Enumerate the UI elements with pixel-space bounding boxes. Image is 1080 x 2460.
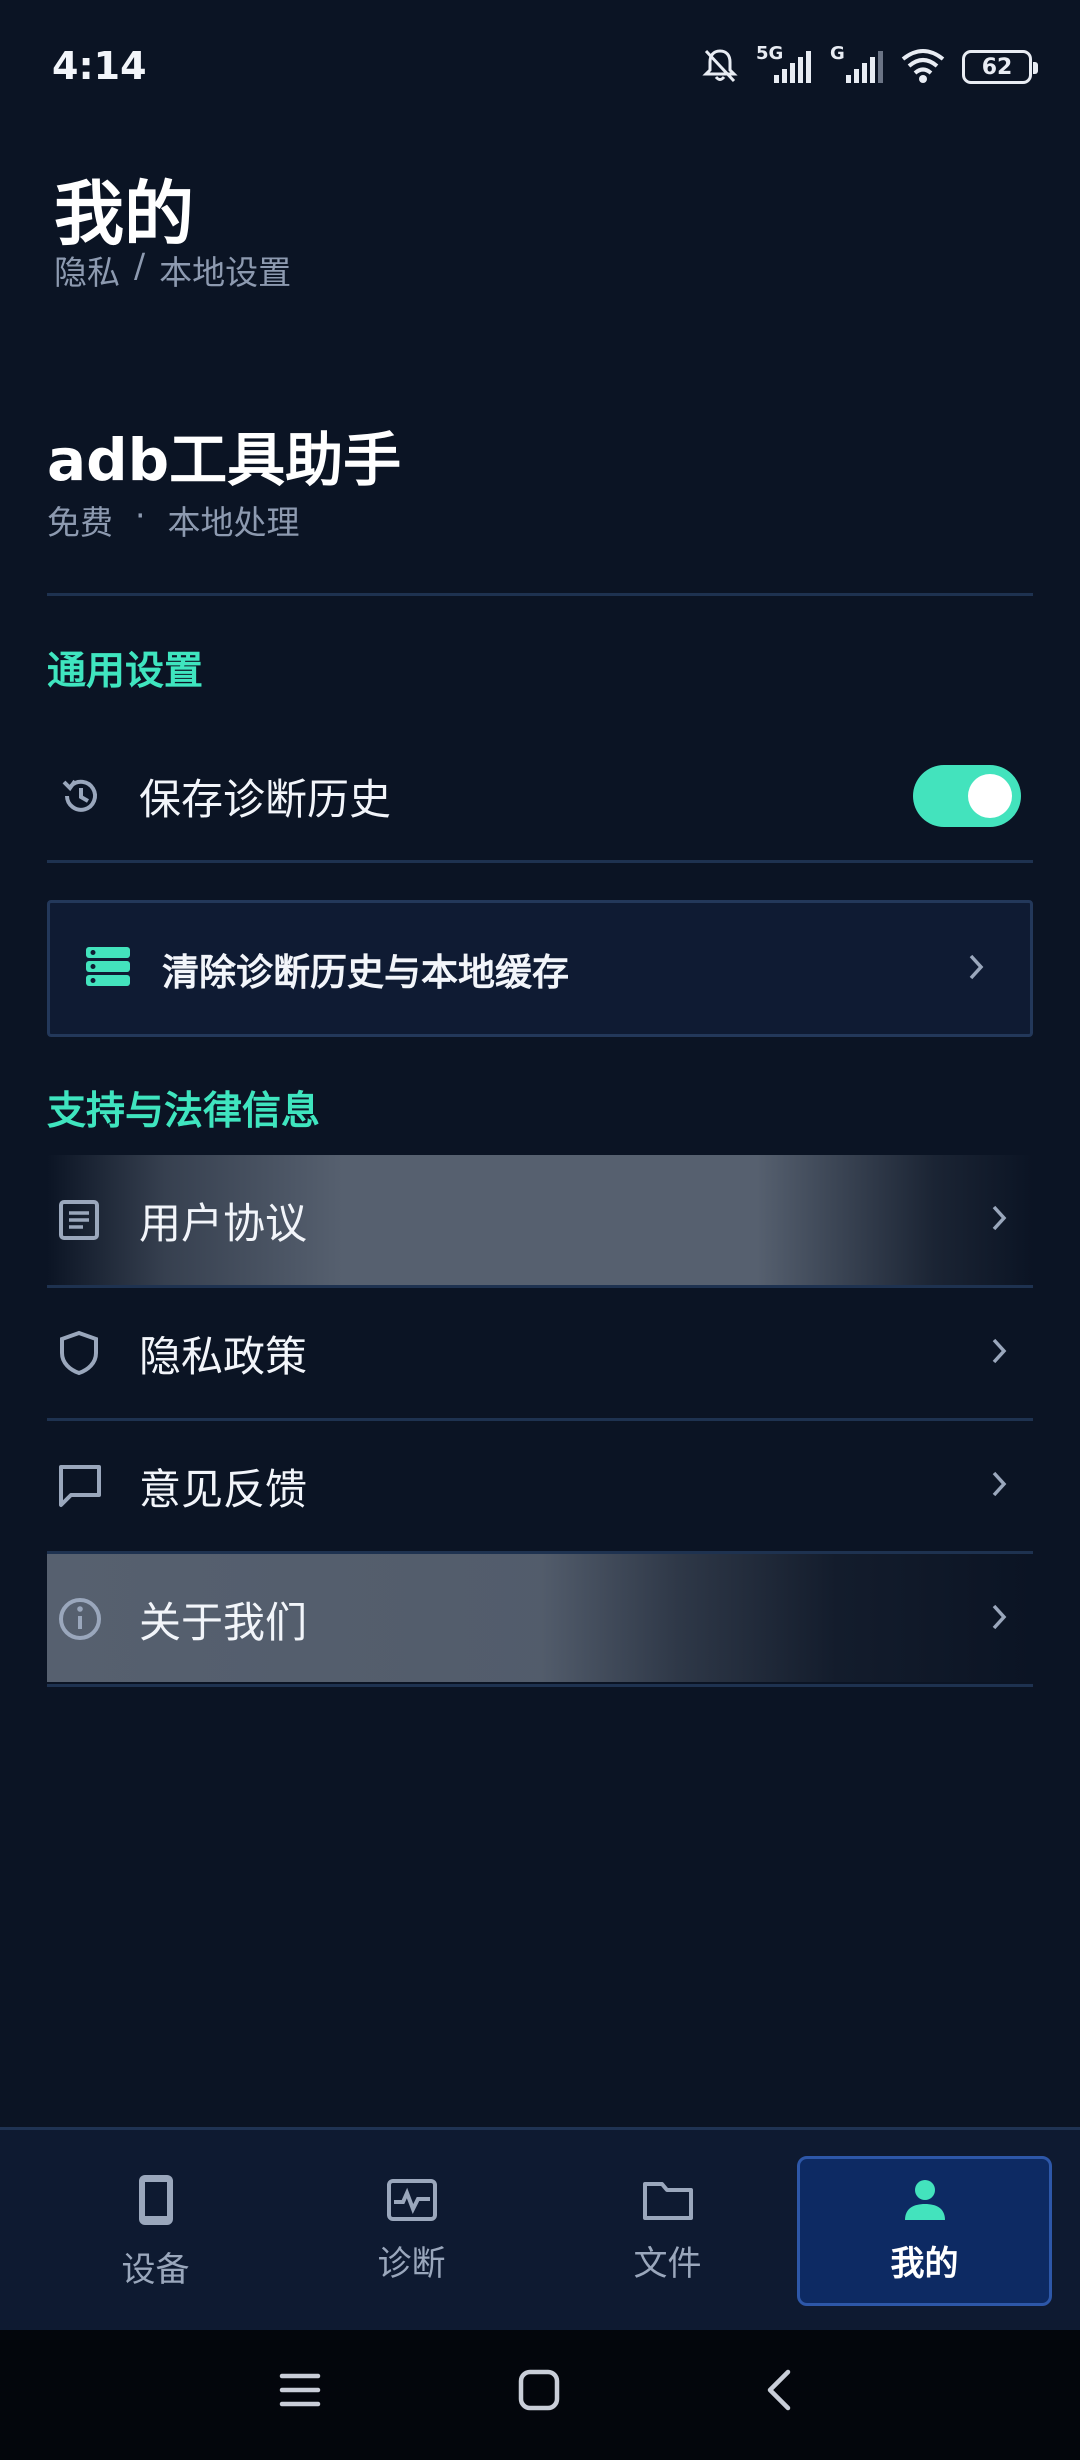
status-bar: 4:14 5G G 62 [0, 0, 1080, 135]
status-time: 4:14 [52, 44, 147, 88]
history-icon [47, 772, 117, 820]
breadcrumb-item: 隐私 [54, 253, 120, 292]
app-meta: 免费 · 本地处理 [47, 496, 300, 544]
breadcrumb-item: 本地设置 [159, 253, 292, 292]
page-title: 我的 [54, 173, 194, 255]
divider [47, 1684, 1033, 1687]
bottom-nav: 设备 诊断 文件 我的 [0, 2127, 1080, 2330]
breadcrumb-separator: / [134, 246, 146, 285]
app-meta-processing: 本地处理 [167, 503, 300, 542]
nav-item-mine[interactable]: 我的 [797, 2156, 1052, 2306]
divider [47, 593, 1033, 596]
user-agreement-row[interactable]: 用户协议 [47, 1155, 1033, 1285]
clear-history-label: 清除诊断历史与本地缓存 [162, 950, 569, 994]
app-name: adb工具助手 [47, 426, 402, 494]
phone-icon [136, 2172, 176, 2232]
bell-muted-icon [700, 45, 740, 89]
wifi-icon [900, 45, 946, 89]
section-title-general: 通用设置 [47, 649, 204, 694]
chevron-right-icon [966, 952, 986, 986]
breadcrumb: 隐私 / 本地设置 [54, 246, 291, 294]
cell-signal-5g-icon: 5G [756, 43, 812, 87]
divider [47, 860, 1033, 863]
section-title-support: 支持与法律信息 [47, 1089, 321, 1134]
nav-item-devices[interactable]: 设备 [28, 2156, 283, 2306]
save-history-label: 保存诊断历史 [139, 774, 392, 824]
chevron-right-icon [989, 1203, 1009, 1237]
back-icon[interactable] [758, 2368, 802, 2416]
message-icon [47, 1463, 117, 1509]
privacy-policy-row[interactable]: 隐私政策 [47, 1288, 1033, 1418]
nav-label: 文件 [633, 2243, 702, 2284]
battery-icon: 62 [962, 50, 1038, 84]
nav-label: 设备 [121, 2249, 190, 2290]
document-icon [47, 1198, 117, 1242]
nav-label: 诊断 [377, 2243, 446, 2284]
cell-signal-g-icon: G [828, 43, 884, 87]
app-meta-price: 免费 [47, 503, 113, 542]
folder-icon [642, 2178, 694, 2226]
menu-icon[interactable] [278, 2368, 322, 2416]
nav-label: 我的 [890, 2243, 959, 2284]
clear-history-button[interactable]: 清除诊断历史与本地缓存 [47, 900, 1033, 1037]
save-history-toggle[interactable] [913, 765, 1021, 827]
chevron-right-icon [989, 1602, 1009, 1636]
user-agreement-label: 用户协议 [139, 1198, 308, 1248]
about-us-row[interactable]: 关于我们 [47, 1554, 1033, 1684]
nav-item-diagnosis[interactable]: 诊断 [284, 2156, 539, 2306]
feedback-label: 意见反馈 [139, 1464, 308, 1514]
shield-icon [47, 1329, 117, 1377]
about-us-label: 关于我们 [139, 1597, 308, 1647]
info-icon [47, 1596, 117, 1642]
toggle-knob [968, 774, 1012, 818]
person-icon [902, 2178, 948, 2226]
storage-icon [84, 945, 132, 993]
home-icon[interactable] [517, 2368, 561, 2416]
save-history-row[interactable]: 保存诊断历史 [47, 730, 1033, 862]
chevron-right-icon [989, 1336, 1009, 1370]
battery-level: 62 [981, 54, 1013, 80]
pulse-icon [386, 2178, 438, 2226]
chevron-right-icon [989, 1469, 1009, 1503]
feedback-row[interactable]: 意见反馈 [47, 1421, 1033, 1551]
system-nav-bar [0, 2330, 1080, 2460]
app-meta-separator: · [135, 496, 146, 535]
nav-item-files[interactable]: 文件 [540, 2156, 795, 2306]
privacy-policy-label: 隐私政策 [139, 1331, 308, 1381]
status-icons: 5G G 62 [700, 43, 1038, 90]
